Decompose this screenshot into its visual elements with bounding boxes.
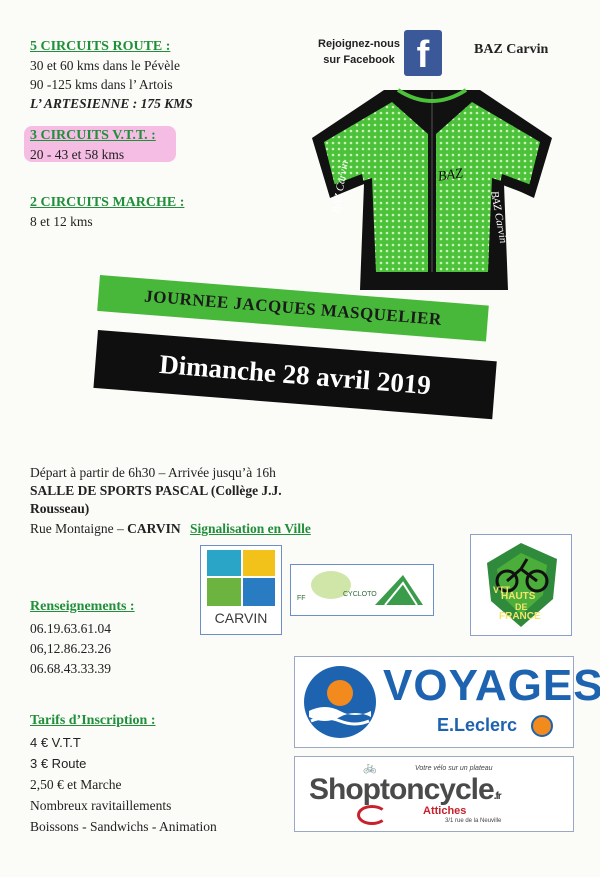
ffct-text-1: FF — [297, 595, 306, 602]
hauts-text-3: FRANCE — [499, 611, 541, 622]
tarif-line-2: 3 € Route — [30, 756, 87, 771]
facebook-badge[interactable]: Rejoignez-nous sur Facebook f — [318, 30, 446, 82]
venue-line2: SALLE DE SPORTS PASCAL (Collège J.J. — [30, 483, 282, 498]
tarif-line-1: 4 € V.T.T — [30, 735, 81, 750]
event-date: Dimanche 28 avril 2019 — [158, 348, 433, 400]
leclerc-text: E.Leclerc — [437, 715, 518, 735]
carvin-logo-text: CARVIN — [214, 610, 268, 626]
facebook-icon: f — [404, 30, 442, 76]
marche-title: 2 CIRCUITS MARCHE : — [30, 195, 185, 210]
vtt-line1: 20 - 43 et 58 kms — [30, 147, 125, 162]
shop-tagline: Votre vélo sur un plateau — [415, 765, 493, 772]
shop-name-text: Shoptoncycle.fr — [309, 773, 502, 807]
voyages-text: VOYAGES — [383, 661, 600, 710]
venue-street: Rue Montaigne – — [30, 521, 128, 536]
contact-phone-1: 06.19.63.61.04 — [30, 621, 111, 636]
hauts-de-france-vtt-logo: VTT HAUTS DE FRANCE — [470, 534, 572, 636]
shoptoncycle-logo: Votre vélo sur un plateau 🚲 Shoptoncycle… — [294, 756, 574, 832]
leclerc-voyages-logo: VOYAGES E.Leclerc — [294, 656, 600, 748]
venue-line4: Rue Montaigne – CARVIN Signalisation en … — [30, 520, 311, 538]
contact-title: Renseignements : — [30, 599, 135, 614]
hauts-text-1: HAUTS — [501, 591, 536, 602]
leclerc-badge-icon — [531, 715, 553, 737]
route-line1: 30 et 60 kms dans le Pévèle — [30, 58, 180, 73]
shop-city: Attiches — [423, 805, 467, 817]
tarif-line-3: 2,50 € et Marche — [30, 777, 122, 792]
vtt-title: 3 CIRCUITS V.T.T. : — [30, 128, 156, 143]
marche-line1: 8 et 12 kms — [30, 214, 93, 229]
facebook-text-line1: Rejoignez-nous — [318, 38, 400, 50]
venue-city: CARVIN — [127, 521, 181, 536]
venue-line3: Rousseau) — [30, 501, 90, 516]
venue-line1: Départ à partir de 6h30 – Arrivée jusqu’… — [30, 465, 276, 480]
event-date-banner: Dimanche 28 avril 2019 — [93, 330, 497, 420]
shop-address: 3/1 rue de la Neuville — [445, 818, 502, 824]
club-name: BAZ Carvin — [474, 42, 549, 57]
facebook-text-line2: sur Facebook — [323, 54, 395, 66]
facebook-text: Rejoignez-nous sur Facebook — [318, 36, 400, 68]
tarif-line-4: Nombreux ravitaillements — [30, 798, 172, 813]
contact-phone-2: 06,12.86.23.26 — [30, 641, 111, 656]
shop-suffix: .fr — [493, 791, 502, 802]
carvin-logo: CARVIN — [200, 545, 282, 635]
contact-phone-3: 06.68.43.33.39 — [30, 661, 111, 676]
venue-signage: Signalisation en Ville — [190, 521, 311, 536]
tarif-line-5: Boissons - Sandwichs - Animation — [30, 819, 217, 834]
route-title: 5 CIRCUITS ROUTE : — [30, 39, 171, 54]
shop-name: Shoptoncycle — [309, 773, 495, 806]
route-line3: L’ ARTESIENNE : 175 KMS — [30, 96, 193, 111]
leclerc-voyages-emblem — [304, 666, 376, 738]
route-line2: 90 -125 kms dans l’ Artois — [30, 77, 173, 92]
jersey-chest-text: BAZ — [437, 166, 464, 185]
shop-arrow-icon — [357, 805, 387, 825]
tarifs-title: Tarifs d’Inscription : — [30, 713, 156, 728]
ffct-logo: FF CYCLOTO — [290, 564, 434, 616]
